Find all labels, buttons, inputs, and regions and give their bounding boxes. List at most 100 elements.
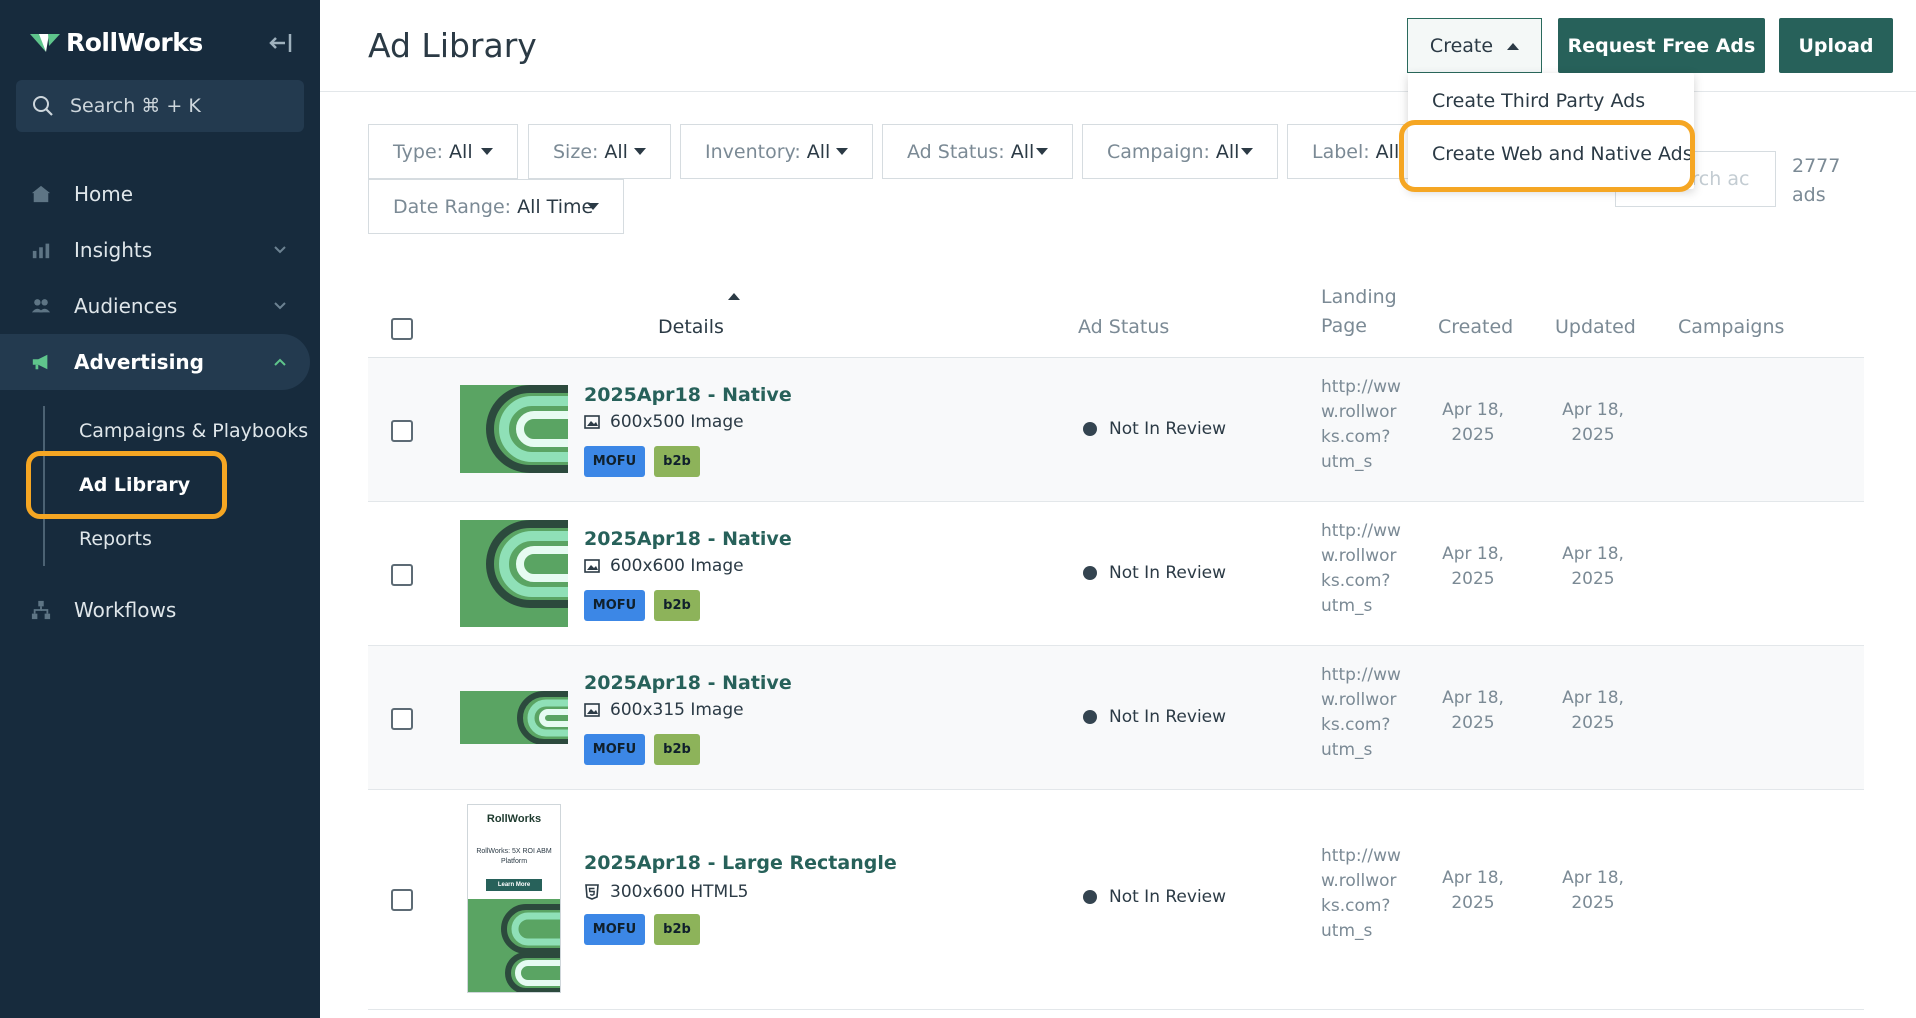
collapse-sidebar-icon (269, 34, 292, 52)
table-row[interactable]: RollWorks RollWorks: 5X ROI ABM Platform… (368, 790, 1864, 1010)
chevron-down-icon (274, 246, 286, 254)
workflows-icon (30, 599, 52, 621)
filter-ad-status[interactable]: Ad Status: All (882, 124, 1073, 179)
table-row[interactable]: 2025Apr18 - Native 600x600 Image MOFU b2… (368, 502, 1864, 646)
ad-thumbnail[interactable] (460, 385, 568, 473)
sidebar-item-label: Advertising (74, 350, 204, 374)
status-text: Not In Review (1109, 419, 1227, 439)
status-dot (1083, 890, 1097, 904)
column-header-landing-page[interactable]: Landing Page (1321, 283, 1397, 341)
caret-down-icon (587, 203, 599, 210)
updated-date: Apr 18, 2025 (1562, 868, 1624, 913)
brand-logo[interactable]: RollWorks (30, 28, 203, 57)
sort-up-icon[interactable] (728, 292, 740, 300)
request-free-ads-button[interactable]: Request Free Ads (1558, 18, 1765, 73)
column-header-campaigns[interactable]: Campaigns (1678, 313, 1784, 342)
status-text: Not In Review (1109, 707, 1227, 727)
updated-date: Apr 18, 2025 (1562, 400, 1624, 445)
row-checkbox[interactable] (391, 889, 413, 911)
sidebar-subitem-campaigns[interactable]: Campaigns & Playbooks (79, 420, 308, 442)
filter-label: Ad Status: (907, 140, 1005, 163)
search-label: Search ⌘ + K (70, 95, 201, 117)
upload-button[interactable]: Upload (1779, 18, 1893, 73)
status-dot (1083, 566, 1097, 580)
row-checkbox[interactable] (391, 708, 413, 730)
row-checkbox[interactable] (391, 564, 413, 586)
table-row[interactable]: 2025Apr18 - Native 600x500 Image MOFU b2… (368, 358, 1864, 502)
tag-mofu: MOFU (584, 446, 645, 477)
create-button[interactable]: Create (1407, 18, 1542, 73)
tag-b2b: b2b (654, 914, 700, 945)
image-icon (584, 559, 600, 573)
updated-date: Apr 18, 2025 (1562, 544, 1624, 589)
ad-status: Not In Review (1083, 707, 1226, 727)
tag-b2b: b2b (654, 446, 700, 477)
collapse-sidebar-button[interactable] (268, 32, 294, 54)
menu-item-create-third-party-ads[interactable]: Create Third Party Ads (1432, 90, 1645, 112)
sidebar-item-advertising[interactable]: Advertising (0, 334, 310, 390)
ads-count-number: 2777 (1792, 155, 1841, 177)
ad-title[interactable]: 2025Apr18 - Native (584, 528, 792, 550)
create-button-label: Create (1429, 34, 1494, 57)
ad-title[interactable]: 2025Apr18 - Native (584, 384, 792, 406)
sidebar-subitem-reports[interactable]: Reports (79, 528, 152, 550)
ad-status: Not In Review (1083, 563, 1226, 583)
landing-page-url[interactable]: http://www.rollworks.com?utm_s (1321, 844, 1401, 944)
status-dot (1083, 710, 1097, 724)
select-all-checkbox[interactable] (391, 318, 413, 340)
sidebar-item-workflows[interactable]: Workflows (0, 582, 310, 638)
ad-thumbnail-banner[interactable]: RollWorks RollWorks: 5X ROI ABM Platform… (467, 804, 561, 993)
filter-date-range[interactable]: Date Range: All Time (368, 179, 624, 234)
filter-size[interactable]: Size: All (528, 124, 671, 179)
ad-thumbnail[interactable] (460, 520, 568, 627)
image-icon (584, 415, 600, 429)
ad-meta-text: 600x315 Image (610, 700, 744, 720)
insights-icon (30, 239, 52, 261)
filter-value: All (1375, 140, 1400, 163)
caret-down-icon (836, 148, 848, 155)
highlight-ad-library (26, 451, 227, 519)
sidebar-item-insights[interactable]: Insights (0, 222, 310, 278)
ad-title[interactable]: 2025Apr18 - Native (584, 672, 792, 694)
tag-mofu: MOFU (584, 914, 645, 945)
sidebar-item-audiences[interactable]: Audiences (0, 278, 310, 334)
filter-value: All (449, 140, 473, 163)
filter-label: Size: (553, 140, 599, 163)
ad-meta: 600x500 Image (584, 412, 744, 432)
landing-page-url[interactable]: http://www.rollworks.com?utm_s (1321, 663, 1401, 763)
filter-inventory[interactable]: Inventory: All (680, 124, 873, 179)
column-header-ad-status[interactable]: Ad Status (1078, 313, 1169, 342)
ad-meta-text: 300x600 HTML5 (610, 882, 749, 902)
sidebar-item-label: Audiences (74, 294, 178, 318)
ad-meta-text: 600x500 Image (610, 412, 744, 432)
created-date: Apr 18, 2025 (1442, 688, 1504, 733)
column-header-created[interactable]: Created (1438, 313, 1513, 342)
ad-status: Not In Review (1083, 887, 1226, 907)
ad-title[interactable]: 2025Apr18 - Large Rectangle (584, 852, 897, 874)
html5-icon (585, 884, 599, 900)
column-header-details[interactable]: Details (658, 313, 724, 342)
filter-campaign[interactable]: Campaign: All (1082, 124, 1278, 179)
filter-value: All (806, 140, 831, 163)
rollworks-logo-icon (30, 33, 60, 52)
created-date: Apr 18, 2025 (1442, 400, 1504, 445)
caret-down-icon (634, 148, 646, 155)
status-dot (1083, 422, 1097, 436)
ad-thumbnail[interactable] (460, 691, 568, 744)
sidebar-item-label: Insights (74, 238, 153, 262)
filter-value: All (604, 140, 628, 163)
table-row[interactable]: 2025Apr18 - Native 600x315 Image MOFU b2… (368, 646, 1864, 790)
status-text: Not In Review (1109, 563, 1227, 583)
landing-page-url[interactable]: http://www.rollworks.com?utm_s (1321, 375, 1401, 475)
banner-headline: RollWorks: 5X ROI ABM Platform (476, 848, 552, 865)
filter-label: Campaign: (1107, 140, 1210, 163)
highlight-create-web-native-ads (1399, 120, 1695, 192)
ads-count: 2777 ads (1792, 152, 1852, 210)
column-header-updated[interactable]: Updated (1555, 313, 1636, 342)
page-title: Ad Library (368, 26, 537, 65)
landing-page-url[interactable]: http://www.rollworks.com?utm_s (1321, 519, 1401, 619)
row-checkbox[interactable] (391, 420, 413, 442)
filter-type[interactable]: Type: All (368, 124, 518, 179)
sidebar-item-home[interactable]: Home (0, 166, 310, 222)
sidebar-search[interactable]: Search ⌘ + K (16, 80, 304, 132)
